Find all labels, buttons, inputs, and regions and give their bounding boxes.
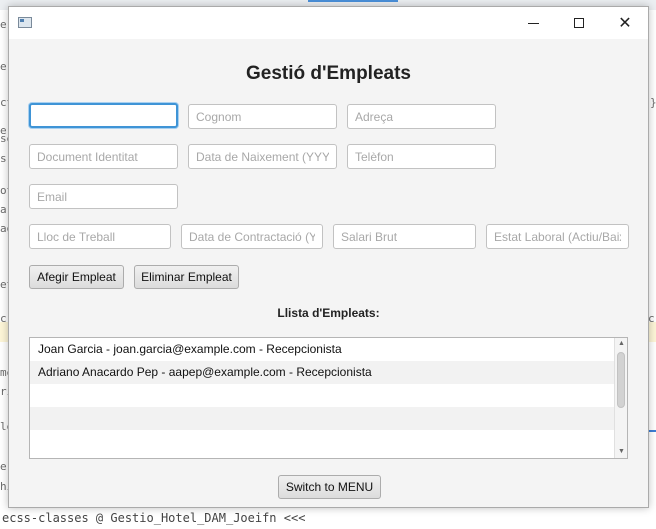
maximize-icon: [574, 18, 584, 28]
cognom-field[interactable]: [188, 104, 337, 129]
list-item[interactable]: [30, 407, 614, 430]
ide-splitter: [648, 430, 656, 432]
employee-window: ✕ Gestió d'Empleats Afegir Empleat Elimi…: [8, 6, 649, 508]
scroll-thumb[interactable]: [617, 352, 625, 408]
add-employee-button[interactable]: Afegir Empleat: [29, 265, 124, 289]
code-fragment: }: [650, 96, 656, 109]
telefon-field[interactable]: [347, 144, 496, 169]
code-fragment: s: [0, 152, 7, 165]
salari-brut-field[interactable]: [333, 224, 476, 249]
minimize-button[interactable]: [510, 7, 556, 39]
code-fragment: c: [0, 312, 7, 325]
list-item[interactable]: [30, 384, 614, 407]
code-fragment: e: [0, 60, 7, 73]
list-item[interactable]: [30, 430, 614, 453]
window-title-bar[interactable]: ✕: [9, 7, 648, 39]
ide-console-line: ecss-classes @ Gestio_Hotel_DAM_Joeifn <…: [0, 508, 656, 529]
list-scrollbar[interactable]: ▲ ▼: [614, 338, 627, 458]
code-fragment: e: [0, 18, 7, 31]
list-item[interactable]: Joan Garcia - joan.garcia@example.com - …: [30, 338, 614, 361]
email-field[interactable]: [29, 184, 178, 209]
employee-list-title: Llista d'Empleats:: [277, 306, 380, 320]
scroll-up-icon[interactable]: ▲: [615, 338, 627, 350]
scroll-down-icon[interactable]: ▼: [615, 446, 627, 458]
close-button[interactable]: ✕: [602, 7, 648, 39]
list-item[interactable]: Adriano Anacardo Pep - aapep@example.com…: [30, 361, 614, 384]
maximize-button[interactable]: [556, 7, 602, 39]
app-icon: [18, 17, 32, 28]
nom-field[interactable]: [29, 103, 178, 128]
adreca-field[interactable]: [347, 104, 496, 129]
ide-highlight-line: [0, 322, 8, 342]
lloc-treball-field[interactable]: [29, 224, 171, 249]
ide-active-tab-indicator: [308, 0, 398, 2]
data-contractacio-field[interactable]: [181, 224, 323, 249]
ide-highlight-line-right: [648, 322, 656, 342]
employee-list-rows: Joan Garcia - joan.garcia@example.com - …: [30, 338, 614, 453]
minimize-icon: [527, 22, 539, 24]
data-naixement-field[interactable]: [188, 144, 337, 169]
switch-to-menu-button[interactable]: Switch to MENU: [278, 475, 381, 499]
page-title: Gestió d'Empleats: [245, 63, 411, 84]
document-identitat-field[interactable]: [29, 144, 178, 169]
estat-laboral-field[interactable]: [486, 224, 629, 249]
delete-employee-button[interactable]: Eliminar Empleat: [134, 265, 239, 289]
close-icon: ✕: [618, 15, 632, 32]
employee-list[interactable]: Joan Garcia - joan.garcia@example.com - …: [29, 337, 628, 459]
form-content: Gestió d'Empleats Afegir Empleat Elimina…: [9, 39, 648, 507]
code-fragment: e: [0, 460, 7, 473]
